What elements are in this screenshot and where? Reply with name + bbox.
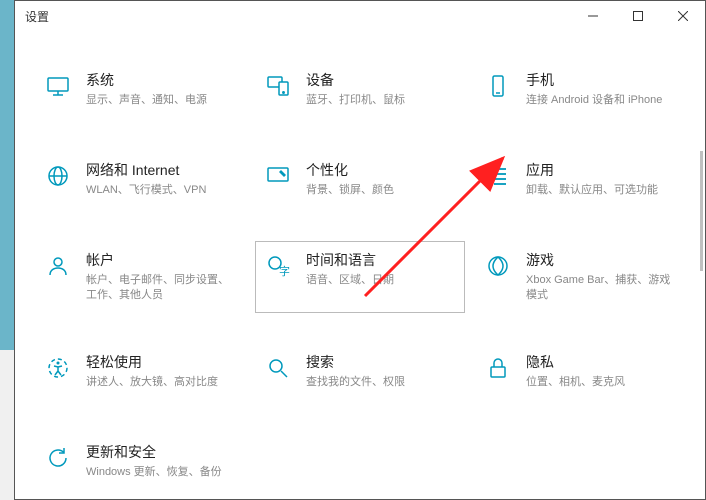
tile-text: 轻松使用讲述人、放大镜、高对比度 — [86, 352, 236, 390]
settings-tile-network[interactable]: 网络和 Internet WLAN、飞行模式、VPN — [35, 151, 245, 211]
tile-text: 应用卸载、默认应用、可选功能 — [526, 160, 676, 198]
tile-desc: 背景、锁屏、颜色 — [306, 183, 456, 198]
tile-desc: 位置、相机、麦克风 — [526, 375, 676, 390]
tile-text: 手机连接 Android 设备和 iPhone — [526, 70, 676, 108]
tile-text: 个性化背景、锁屏、颜色 — [306, 160, 456, 198]
tile-desc: 连接 Android 设备和 iPhone — [526, 93, 676, 108]
settings-content: 系统显示、声音、通知、电源 设备蓝牙、打印机、鼠标 手机连接 Android 设备和… — [15, 31, 705, 499]
update-icon — [44, 444, 72, 472]
apps-icon — [484, 162, 512, 190]
gaming-icon — [484, 252, 512, 280]
tile-text: 更新和安全 Windows 更新、恢复、备份 — [86, 442, 236, 480]
tile-desc: 帐户、电子邮件、同步设置、工作、其他人员 — [86, 273, 236, 304]
tile-desc: 语音、区域、日期 — [306, 273, 456, 288]
tile-text: 帐户帐户、电子邮件、同步设置、工作、其他人员 — [86, 250, 236, 304]
tile-title: 帐户 — [86, 250, 236, 270]
settings-tile-privacy[interactable]: 隐私位置、相机、麦克风 — [475, 343, 685, 403]
tile-title: 搜索 — [306, 352, 456, 372]
tile-title: 隐私 — [526, 352, 676, 372]
settings-tile-accounts[interactable]: 帐户帐户、电子邮件、同步设置、工作、其他人员 — [35, 241, 245, 313]
tile-text: 系统显示、声音、通知、电源 — [86, 70, 236, 108]
tile-desc: 卸载、默认应用、可选功能 — [526, 183, 676, 198]
scrollbar[interactable] — [700, 151, 703, 271]
tile-title: 手机 — [526, 70, 676, 90]
time-icon: 字 — [264, 252, 292, 280]
close-button[interactable] — [660, 1, 705, 31]
accounts-icon — [44, 252, 72, 280]
settings-tile-apps[interactable]: 应用卸载、默认应用、可选功能 — [475, 151, 685, 211]
tile-desc: 显示、声音、通知、电源 — [86, 93, 236, 108]
window-controls — [570, 1, 705, 31]
privacy-icon — [484, 354, 512, 382]
titlebar: 设置 — [15, 1, 705, 31]
settings-tile-update[interactable]: 更新和安全 Windows 更新、恢复、备份 — [35, 433, 245, 493]
tile-text: 游戏 Xbox Game Bar、捕获、游戏模式 — [526, 250, 676, 304]
window-title: 设置 — [25, 8, 49, 25]
devices-icon — [264, 72, 292, 100]
settings-tile-system[interactable]: 系统显示、声音、通知、电源 — [35, 61, 245, 121]
tile-title: 游戏 — [526, 250, 676, 270]
tile-desc: 讲述人、放大镜、高对比度 — [86, 375, 236, 390]
personalize-icon — [264, 162, 292, 190]
tile-text: 设备蓝牙、打印机、鼠标 — [306, 70, 456, 108]
tile-desc: 查找我的文件、权限 — [306, 375, 456, 390]
settings-tile-phone[interactable]: 手机连接 Android 设备和 iPhone — [475, 61, 685, 121]
ease-icon — [44, 354, 72, 382]
tile-desc: Xbox Game Bar、捕获、游戏模式 — [526, 273, 676, 304]
minimize-button[interactable] — [570, 1, 615, 31]
tile-title: 轻松使用 — [86, 352, 236, 372]
tile-text: 时间和语言语音、区域、日期 — [306, 250, 456, 288]
tile-desc: Windows 更新、恢复、备份 — [86, 465, 236, 480]
tile-title: 网络和 Internet — [86, 160, 236, 180]
settings-grid: 系统显示、声音、通知、电源 设备蓝牙、打印机、鼠标 手机连接 Android 设备和… — [35, 61, 685, 493]
settings-tile-devices[interactable]: 设备蓝牙、打印机、鼠标 — [255, 61, 465, 121]
tile-title: 时间和语言 — [306, 250, 456, 270]
tile-title: 设备 — [306, 70, 456, 90]
phone-icon — [484, 72, 512, 100]
tile-desc: 蓝牙、打印机、鼠标 — [306, 93, 456, 108]
settings-tile-search[interactable]: 搜索查找我的文件、权限 — [255, 343, 465, 403]
tile-title: 个性化 — [306, 160, 456, 180]
tile-text: 网络和 Internet WLAN、飞行模式、VPN — [86, 160, 236, 198]
network-icon — [44, 162, 72, 190]
desktop-sliver — [0, 0, 14, 500]
svg-text:字: 字 — [279, 264, 290, 278]
tile-title: 应用 — [526, 160, 676, 180]
tile-text: 隐私位置、相机、麦克风 — [526, 352, 676, 390]
tile-title: 系统 — [86, 70, 236, 90]
tile-text: 搜索查找我的文件、权限 — [306, 352, 456, 390]
settings-window: 设置 系统显示、声音、通知、电源 设备蓝牙、打印机、鼠标 手机连接 Android … — [14, 0, 706, 500]
maximize-button[interactable] — [615, 1, 660, 31]
tile-title: 更新和安全 — [86, 442, 236, 462]
settings-tile-personalize[interactable]: 个性化背景、锁屏、颜色 — [255, 151, 465, 211]
settings-tile-time[interactable]: 字 时间和语言语音、区域、日期 — [255, 241, 465, 313]
settings-tile-ease[interactable]: 轻松使用讲述人、放大镜、高对比度 — [35, 343, 245, 403]
settings-tile-gaming[interactable]: 游戏 Xbox Game Bar、捕获、游戏模式 — [475, 241, 685, 313]
tile-desc: WLAN、飞行模式、VPN — [86, 183, 236, 198]
search-icon — [264, 354, 292, 382]
system-icon — [44, 72, 72, 100]
